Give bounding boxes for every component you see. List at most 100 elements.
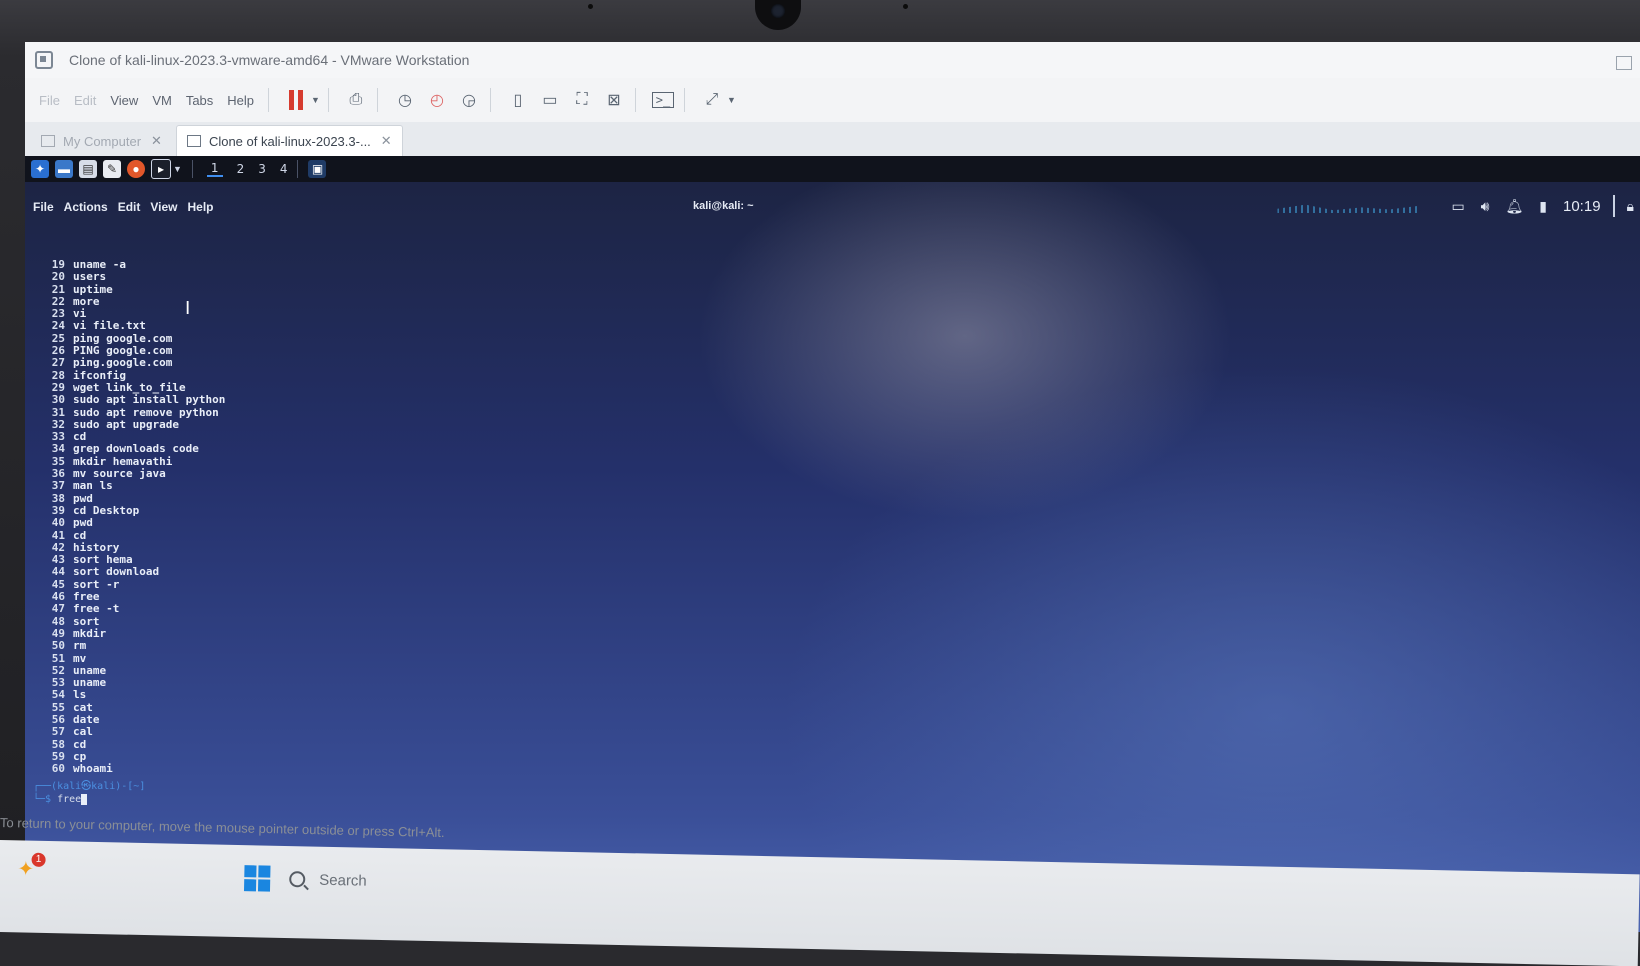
history-line: 45 sort -r [43,577,225,591]
firefox-icon[interactable]: ● [127,160,145,178]
stretch-dropdown-icon[interactable]: ▼ [727,95,736,105]
file-manager-icon[interactable]: ▤ [79,160,97,178]
keyboard-icon: ⎙ [349,91,363,108]
workspace-4[interactable]: 4 [280,162,288,176]
lock-icon[interactable]: 🔒︎ [1627,198,1634,215]
history-command: sudo apt remove python [73,405,219,419]
menu-file[interactable]: File [39,93,60,108]
history-command: uname -a [73,258,126,271]
terminal-menu-file[interactable]: File [33,200,54,214]
history-command: users [73,270,107,284]
workspace-3[interactable]: 3 [258,162,266,176]
history-line: 48 sort [43,614,225,628]
panel-separator [297,160,299,178]
terminal-menu-edit[interactable]: Edit [118,200,141,214]
tab-label: Clone of kali-linux-2023.3-... [208,133,371,149]
stretch-guest-button[interactable]: ⤢ [699,87,725,113]
workspace-2[interactable]: 2 [237,162,245,176]
revert-snapshot-button[interactable]: ◴ [424,87,450,113]
history-number: 31 [51,405,65,419]
history-number: 44 [51,565,65,579]
show-library-button[interactable]: ▯ [505,87,531,113]
history-number: 30 [51,393,65,407]
history-command: man ls [73,479,113,493]
menu-help[interactable]: Help [227,93,254,108]
history-command: mv source java [73,467,166,481]
history-command: cd Desktop [73,503,140,517]
close-icon[interactable]: ✕ [151,133,162,149]
history-line: 32 sudo apt upgrade [43,418,225,431]
history-line: 36 mv source java [43,467,225,481]
panel-clock[interactable]: 10:19 [1563,198,1601,215]
guest-display[interactable]: ✦ ▬ ▤ ✎ ● ▸ ▼ 1 2 3 4 ▣ File Actions Edi… [25,156,1640,932]
stretch-icon: ⤢ [705,91,719,108]
unity-icon: ⊠ [607,92,621,109]
notification-bell-icon[interactable]: 🔔︎ [1506,198,1524,215]
send-ctrl-alt-del-button[interactable]: ⎙ [343,87,369,113]
pause-button[interactable] [283,87,309,113]
toolbar-separator [683,88,685,112]
command-input[interactable]: free [57,794,81,805]
tab-my-computer[interactable]: My Computer ✕ [31,126,172,156]
power-dropdown-icon[interactable]: ▼ [311,95,320,105]
close-icon[interactable]: ✕ [381,133,392,149]
terminal-dropdown-icon[interactable]: ▼ [173,164,182,174]
windows-start-icon[interactable] [243,865,271,892]
history-number: 54 [51,688,65,702]
snapshot-manager-button[interactable]: ◶ [456,87,482,113]
history-line: 47 free -t [43,603,225,616]
restore-window-button[interactable] [1616,56,1632,70]
history-line: 58 cd [43,738,225,751]
search-icon [289,871,306,888]
history-line: 41 cd [43,528,225,542]
history-number: 41 [51,528,65,542]
thumbnail-icon: ▭ [542,92,558,109]
workspace-1[interactable]: 1 [206,161,223,177]
panel-separator [191,160,193,178]
active-terminal-task-icon[interactable]: ▣ [308,160,327,178]
shell-prompt[interactable]: ┌──(kali㉿kali)-[~] └─$ free [33,780,145,806]
terminal-menu-help[interactable]: Help [188,200,214,214]
notification-badge: 1 [31,852,46,867]
menu-tabs[interactable]: Tabs [186,93,213,108]
menu-edit[interactable]: Edit [74,93,96,108]
terminal-icon[interactable]: ▸ [151,159,171,179]
history-command: ls [73,688,87,702]
history-command: sort -r [73,577,120,591]
text-editor-icon[interactable]: ✎ [103,160,121,178]
webcam [755,0,801,30]
volume-icon[interactable]: 🔊︎ [1481,198,1490,215]
history-output: 19 uname -a 20 users 21 uptime 22 more 23 vi 24 vi … [43,258,226,775]
search-label: Search [319,871,367,890]
menu-view[interactable]: View [110,93,138,108]
history-number: 34 [51,442,65,456]
menu-toolbar: File Edit View VM Tabs Help ▼ ⎙ ◷ ◴ ◶ ▯ … [25,78,1640,123]
history-command: sort hema [73,553,133,567]
vm-icon [186,135,201,147]
vmware-window: Clone of kali-linux-2023.3-vmware-amd64 … [25,42,1640,932]
taskbar-search[interactable]: Search [289,864,510,899]
camera-sensor-dot [903,4,908,9]
history-line: 57 cal [43,725,225,738]
snapshot-button[interactable]: ◷ [392,87,418,113]
battery-icon[interactable]: ▮ [1539,198,1547,215]
camera-sensor-dot [588,4,593,9]
menu-vm[interactable]: VM [152,93,172,108]
terminal-menu-view[interactable]: View [150,200,177,214]
terminal-menu-actions[interactable]: Actions [64,200,108,214]
computer-icon [41,135,55,147]
kali-menu-icon[interactable]: ✦ [31,160,49,178]
history-command: ifconfig [73,368,126,382]
history-line: 53 uname [43,676,225,689]
thumbnail-bar-button[interactable]: ▭ [537,87,563,113]
history-command: cat [73,700,93,714]
unity-button[interactable]: ⊠ [601,87,627,113]
display-icon[interactable]: ▭ [1451,198,1464,215]
full-screen-button[interactable]: ⛶ [569,87,595,113]
show-desktop-icon[interactable]: ▬ [55,160,73,178]
tab-clone-kali[interactable]: Clone of kali-linux-2023.3-... ✕ [175,125,403,156]
history-line: 50 rm [43,639,225,652]
console-view-button[interactable]: >_ [650,87,676,113]
history-command: sort [73,614,100,628]
webcam-lens [771,4,785,18]
